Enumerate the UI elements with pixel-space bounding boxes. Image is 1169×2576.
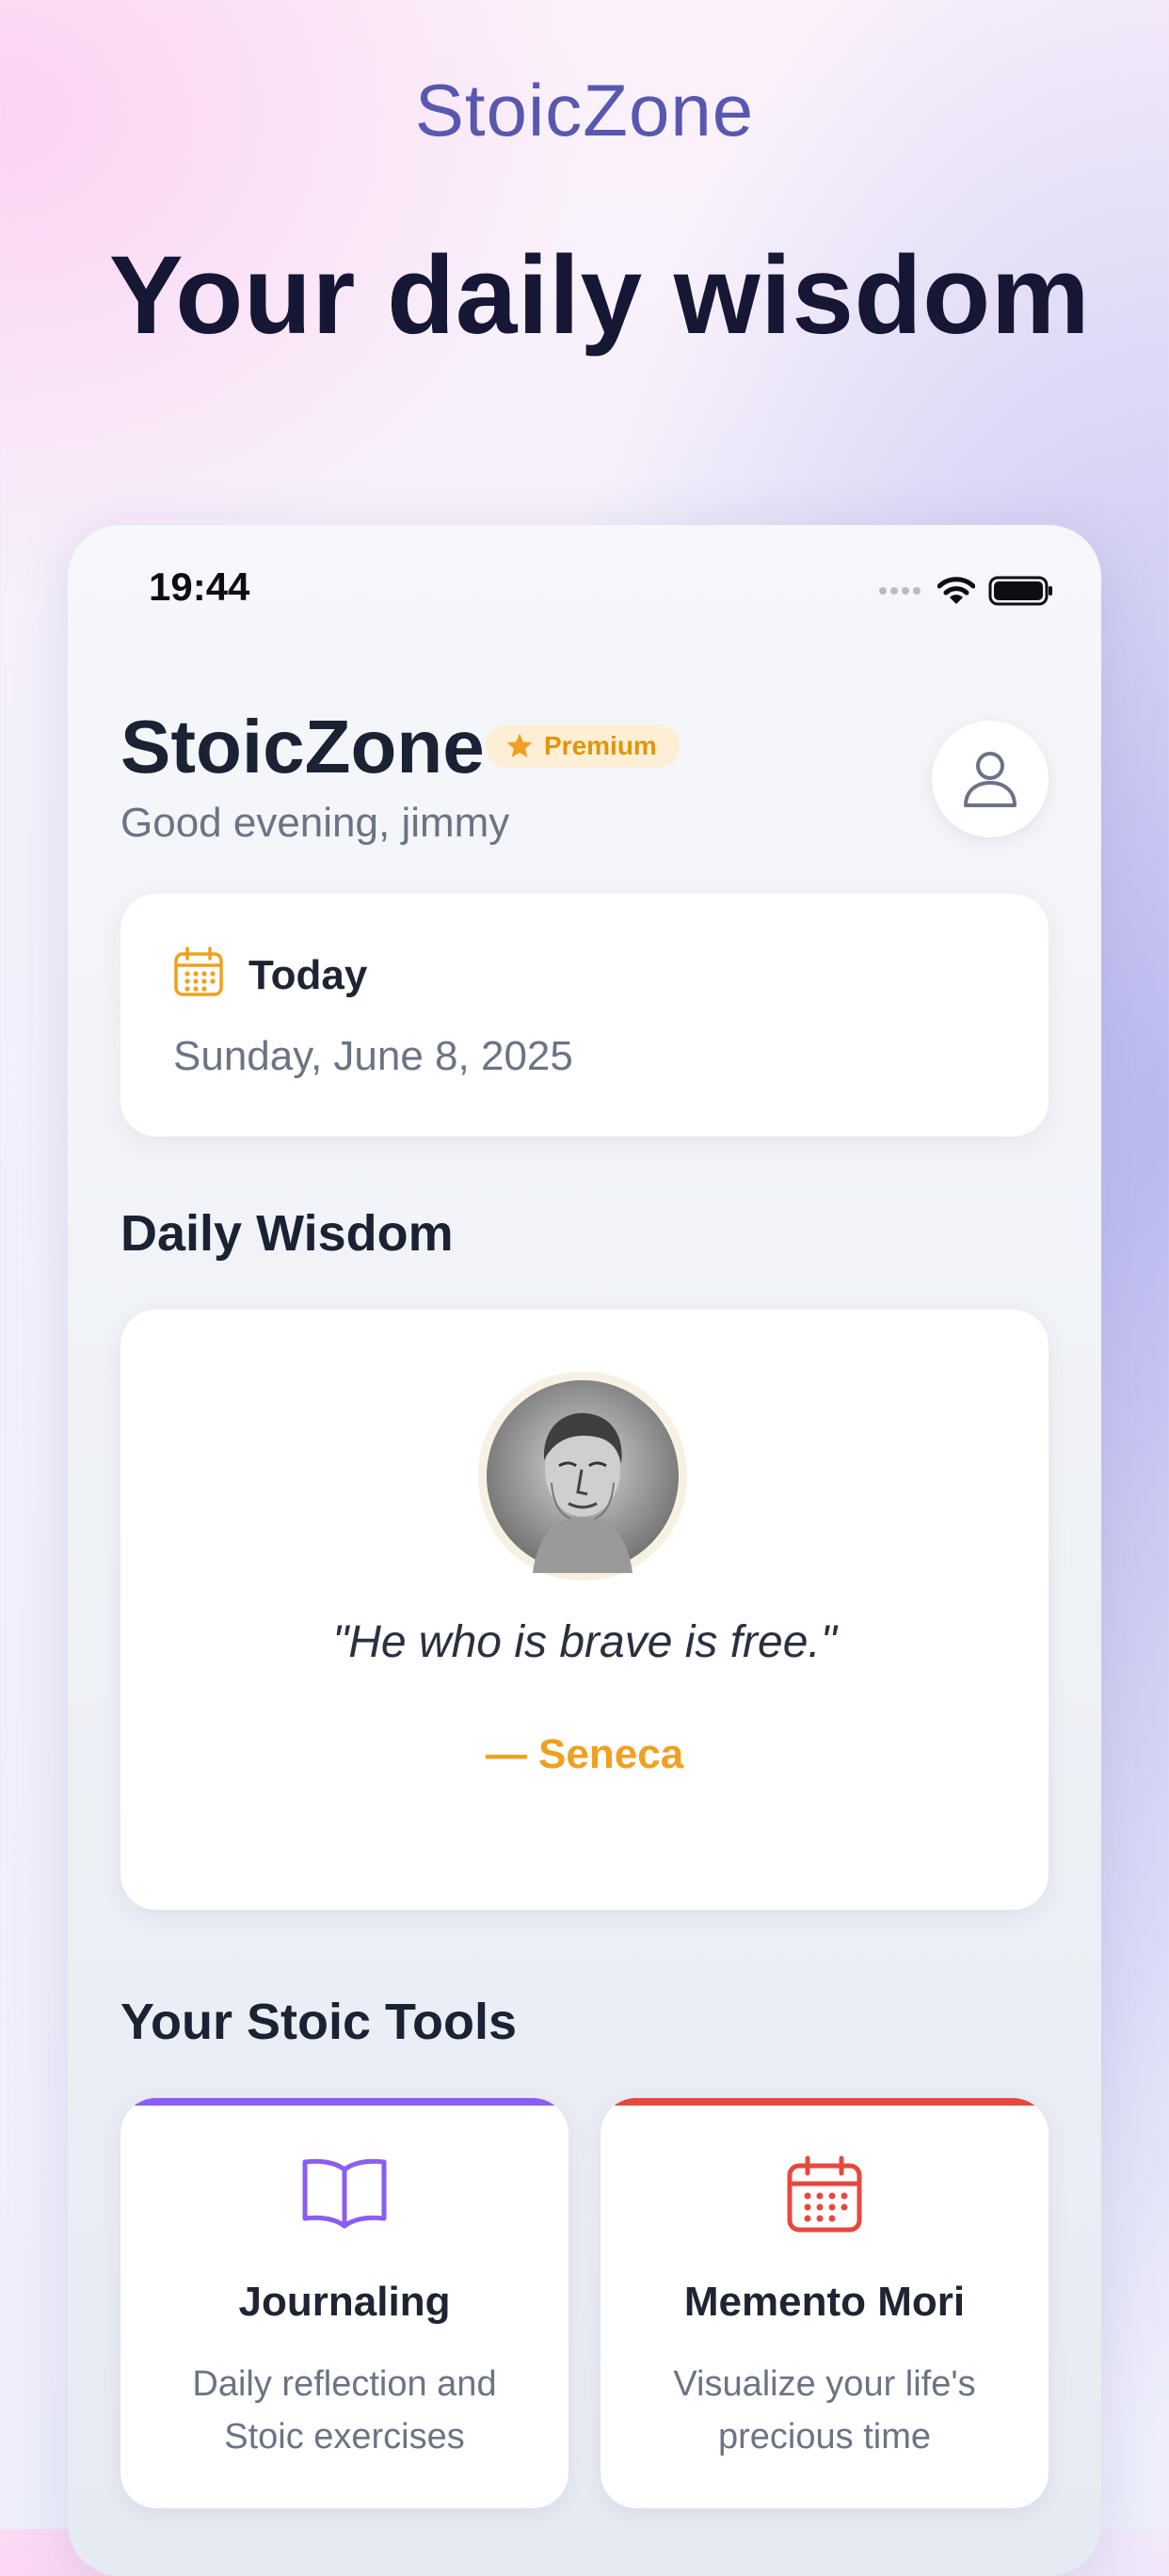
battery-icon [988,576,1052,606]
tool-accent-bar [120,2098,568,2106]
user-icon [964,752,1017,807]
stoic-tools-heading: Your Stoic Tools [120,1994,518,2050]
profile-button[interactable] [932,721,1049,837]
status-icons [877,572,1054,610]
quote-author: — Seneca [485,1731,684,1777]
today-date: Sunday, June 8, 2025 [173,1033,573,1079]
daily-wisdom-card[interactable]: "He who is brave is free." — Seneca [120,1310,1049,1910]
tool-card-journaling[interactable]: Journaling Daily reflection and Stoic ex… [120,2098,568,2508]
phone-screen: 19:44 StoicZone Premium Good evening, ji… [68,525,1101,2576]
daily-quote: "He who is brave is free." [332,1617,837,1667]
greeting: Good evening, jimmy [120,800,510,846]
today-label: Today [248,952,368,998]
marketing-headline: Your daily wisdom [108,233,1091,358]
daily-wisdom-heading: Daily Wisdom [120,1205,454,1262]
today-card[interactable]: Today Sunday, June 8, 2025 [120,894,1049,1137]
premium-label: Premium [544,731,657,760]
cellular-icon [879,587,921,595]
book-icon [302,2158,387,2229]
tool-title: Journaling [238,2279,451,2325]
calendar-icon [787,2155,862,2233]
premium-badge[interactable]: Premium [486,724,680,768]
tool-accent-bar [601,2098,1049,2106]
seneca-portrait-image [487,1380,679,1573]
tool-description: Visualize your life's precious time [673,2364,976,2457]
tool-description: Daily reflection and Stoic exercises [192,2364,497,2457]
philosopher-portrait [478,1372,687,1581]
calendar-icon [174,946,223,996]
marketing-brand: StoicZone [414,69,755,151]
tool-card-memento-mori[interactable]: Memento Mori Visualize your life's preci… [601,2098,1049,2508]
tool-title: Memento Mori [683,2279,966,2325]
status-time: 19:44 [149,564,250,609]
app-title: StoicZone [120,705,485,788]
wifi-icon [937,577,975,604]
star-icon [506,733,533,757]
